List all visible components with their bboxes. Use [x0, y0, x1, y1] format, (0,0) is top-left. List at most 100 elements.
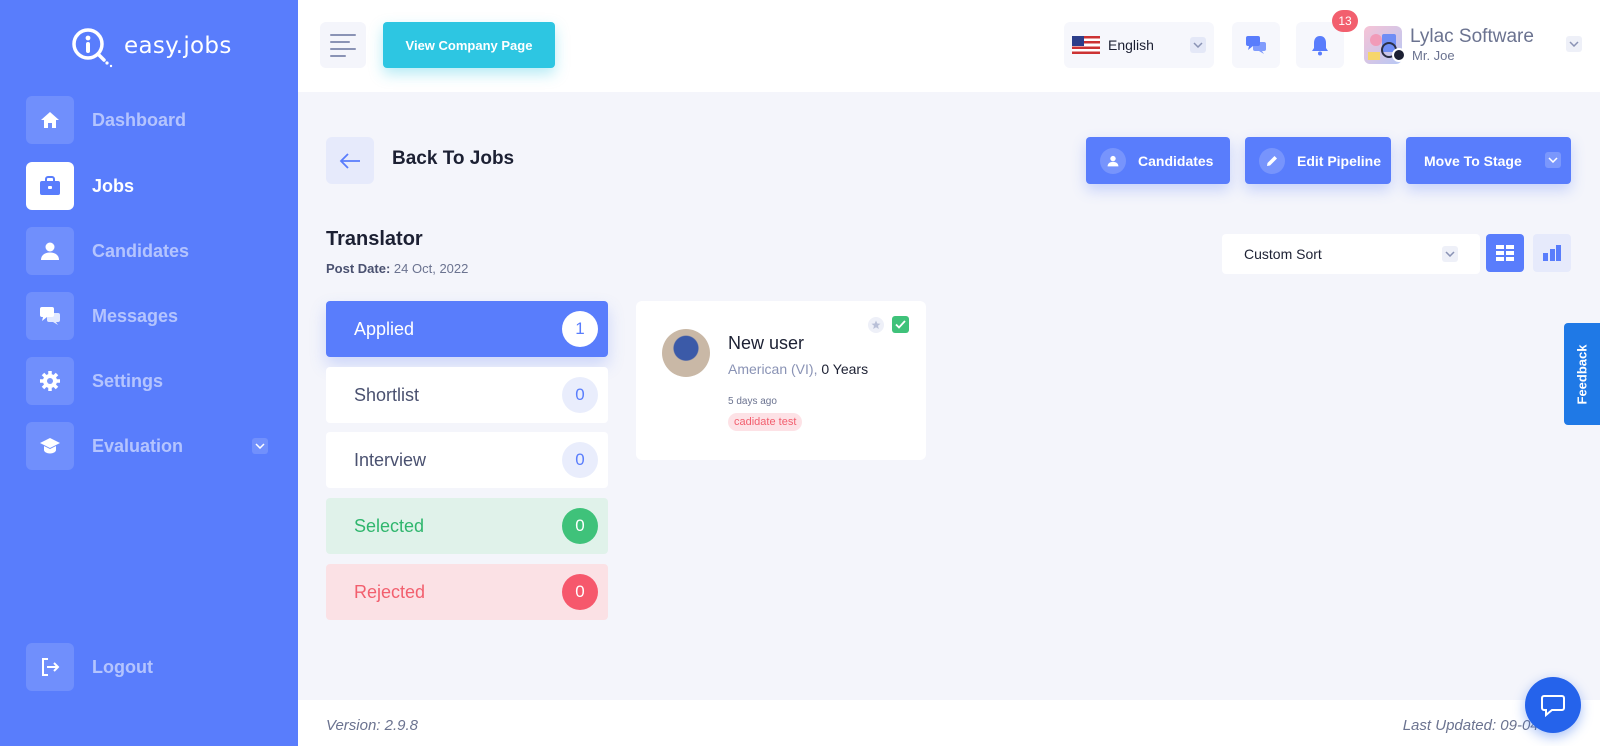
- stage-name: Interview: [354, 449, 427, 470]
- star-icon[interactable]: [868, 317, 884, 333]
- sidebar-item-label: Settings: [92, 370, 164, 391]
- top-header: View Company Page English 13 Lylac Softw…: [298, 0, 1600, 92]
- sidebar: easy.jobs Dashboard Jobs Candidates Mess…: [0, 0, 298, 746]
- move-to-stage-button[interactable]: Move To Stage: [1406, 137, 1571, 184]
- post-date-label: Post Date:: [326, 261, 391, 276]
- sidebar-item-settings[interactable]: Settings: [26, 357, 276, 405]
- language-label: English: [1108, 37, 1154, 53]
- feedback-tab[interactable]: Feedback: [1564, 323, 1600, 425]
- stage-count: 1: [562, 311, 598, 347]
- stage-applied[interactable]: Applied 1: [326, 301, 608, 357]
- graduation-cap-icon: [26, 422, 74, 470]
- stage-name: Shortlist: [354, 384, 420, 405]
- user-name: Mr. Joe: [1412, 48, 1455, 63]
- stage-name: Applied: [354, 318, 415, 339]
- user-icon: [26, 227, 74, 275]
- menu-line: [330, 54, 346, 57]
- sidebar-item-jobs[interactable]: Jobs: [26, 162, 276, 210]
- footer: Version: 2.9.8 Last Updated: 09-04-2: [298, 700, 1600, 746]
- language-select[interactable]: English: [1064, 22, 1214, 68]
- candidate-avatar: [662, 329, 710, 377]
- chat-icon: [1246, 36, 1266, 54]
- chevron-down-icon[interactable]: [252, 438, 268, 454]
- chat-bubble-icon: [1541, 695, 1565, 717]
- post-date: Post Date: 24 Oct, 2022: [326, 261, 468, 276]
- select-checkbox[interactable]: [892, 316, 909, 333]
- bar-chart-icon: [1543, 245, 1561, 261]
- candidates-button[interactable]: Candidates: [1086, 137, 1230, 184]
- edit-pipeline-button[interactable]: Edit Pipeline: [1245, 137, 1391, 184]
- sidebar-item-label: Jobs: [92, 175, 135, 196]
- stage-shortlist[interactable]: Shortlist 0: [326, 367, 608, 423]
- sidebar-item-label: Messages: [92, 305, 179, 326]
- menu-toggle-button[interactable]: [320, 22, 366, 68]
- post-date-value: 24 Oct, 2022: [393, 261, 469, 276]
- stage-name: Selected: [354, 515, 425, 536]
- stage-count: 0: [562, 442, 598, 478]
- menu-line: [330, 33, 356, 36]
- candidate-experience: 0 Years: [821, 361, 869, 377]
- candidates-button-label: Candidates: [1138, 152, 1214, 169]
- user-icon: [1100, 147, 1126, 174]
- stage-name: Rejected: [354, 581, 426, 602]
- chat-widget-button[interactable]: [1525, 677, 1581, 733]
- stage-interview[interactable]: Interview 0: [326, 432, 608, 488]
- sidebar-item-evaluation[interactable]: Evaluation: [26, 422, 276, 470]
- candidate-name[interactable]: New user: [728, 333, 804, 354]
- pencil-icon: [1259, 147, 1285, 174]
- grid-view-button[interactable]: [1486, 234, 1524, 272]
- edit-pipeline-button-label: Edit Pipeline: [1297, 152, 1382, 169]
- back-button[interactable]: [326, 137, 374, 184]
- logout-label: Logout: [92, 656, 153, 677]
- candidate-tag: cadidate test: [728, 413, 803, 431]
- brand-name: easy.jobs: [124, 33, 232, 59]
- version-text: Version: 2.9.8: [326, 717, 418, 734]
- logout-icon: [26, 643, 74, 691]
- chevron-down-icon: [1190, 37, 1206, 53]
- candidate-meta: American (VI), 0 Years: [728, 361, 868, 377]
- company-name: Lylac Software: [1410, 26, 1534, 47]
- notification-count-badge: 13: [1332, 10, 1358, 32]
- feedback-label: Feedback: [1574, 344, 1590, 404]
- chevron-down-icon: [1545, 152, 1561, 168]
- sidebar-item-candidates[interactable]: Candidates: [26, 227, 276, 275]
- pipeline-view-button[interactable]: [1533, 234, 1571, 272]
- us-flag-icon: [1072, 36, 1100, 54]
- stage-count: 0: [562, 574, 598, 610]
- online-status-indicator: [1392, 48, 1406, 62]
- view-company-page-button[interactable]: View Company Page: [383, 22, 555, 68]
- briefcase-icon: [26, 162, 74, 210]
- candidate-applied-time: 5 days ago: [728, 396, 777, 407]
- sidebar-item-label: Candidates: [92, 240, 190, 261]
- sidebar-item-label: Dashboard: [92, 109, 187, 130]
- sidebar-item-label: Evaluation: [92, 435, 184, 456]
- messages-button[interactable]: [1232, 22, 1280, 68]
- messages-icon: [26, 292, 74, 340]
- menu-line: [330, 40, 350, 43]
- move-to-stage-button-label: Move To Stage: [1424, 152, 1522, 169]
- arrow-left-icon: [339, 152, 360, 169]
- sidebar-item-messages[interactable]: Messages: [26, 292, 276, 340]
- stage-count: 0: [562, 508, 598, 544]
- job-title: Translator: [326, 228, 423, 250]
- candidate-nationality: American (VI),: [728, 361, 818, 377]
- logout-button[interactable]: Logout: [26, 643, 276, 691]
- chevron-down-icon[interactable]: [1566, 36, 1582, 52]
- chevron-down-icon: [1442, 246, 1458, 262]
- sort-select-value: Custom Sort: [1244, 246, 1322, 262]
- gear-icon: [26, 357, 74, 405]
- page-title: Back To Jobs: [392, 148, 515, 169]
- stage-count: 0: [562, 377, 598, 413]
- bell-icon: [1312, 36, 1328, 56]
- brand-logo[interactable]: easy.jobs: [70, 26, 232, 68]
- check-icon: [895, 320, 906, 329]
- sort-select[interactable]: Custom Sort: [1222, 234, 1480, 274]
- home-icon: [26, 96, 74, 144]
- stage-rejected[interactable]: Rejected 0: [326, 564, 608, 620]
- brand-logo-icon: [70, 26, 114, 68]
- grid-icon: [1496, 245, 1514, 261]
- sidebar-item-dashboard[interactable]: Dashboard: [26, 96, 276, 144]
- menu-line: [330, 47, 356, 50]
- candidate-card[interactable]: New user American (VI), 0 Years 5 days a…: [636, 301, 926, 460]
- stage-selected[interactable]: Selected 0: [326, 498, 608, 554]
